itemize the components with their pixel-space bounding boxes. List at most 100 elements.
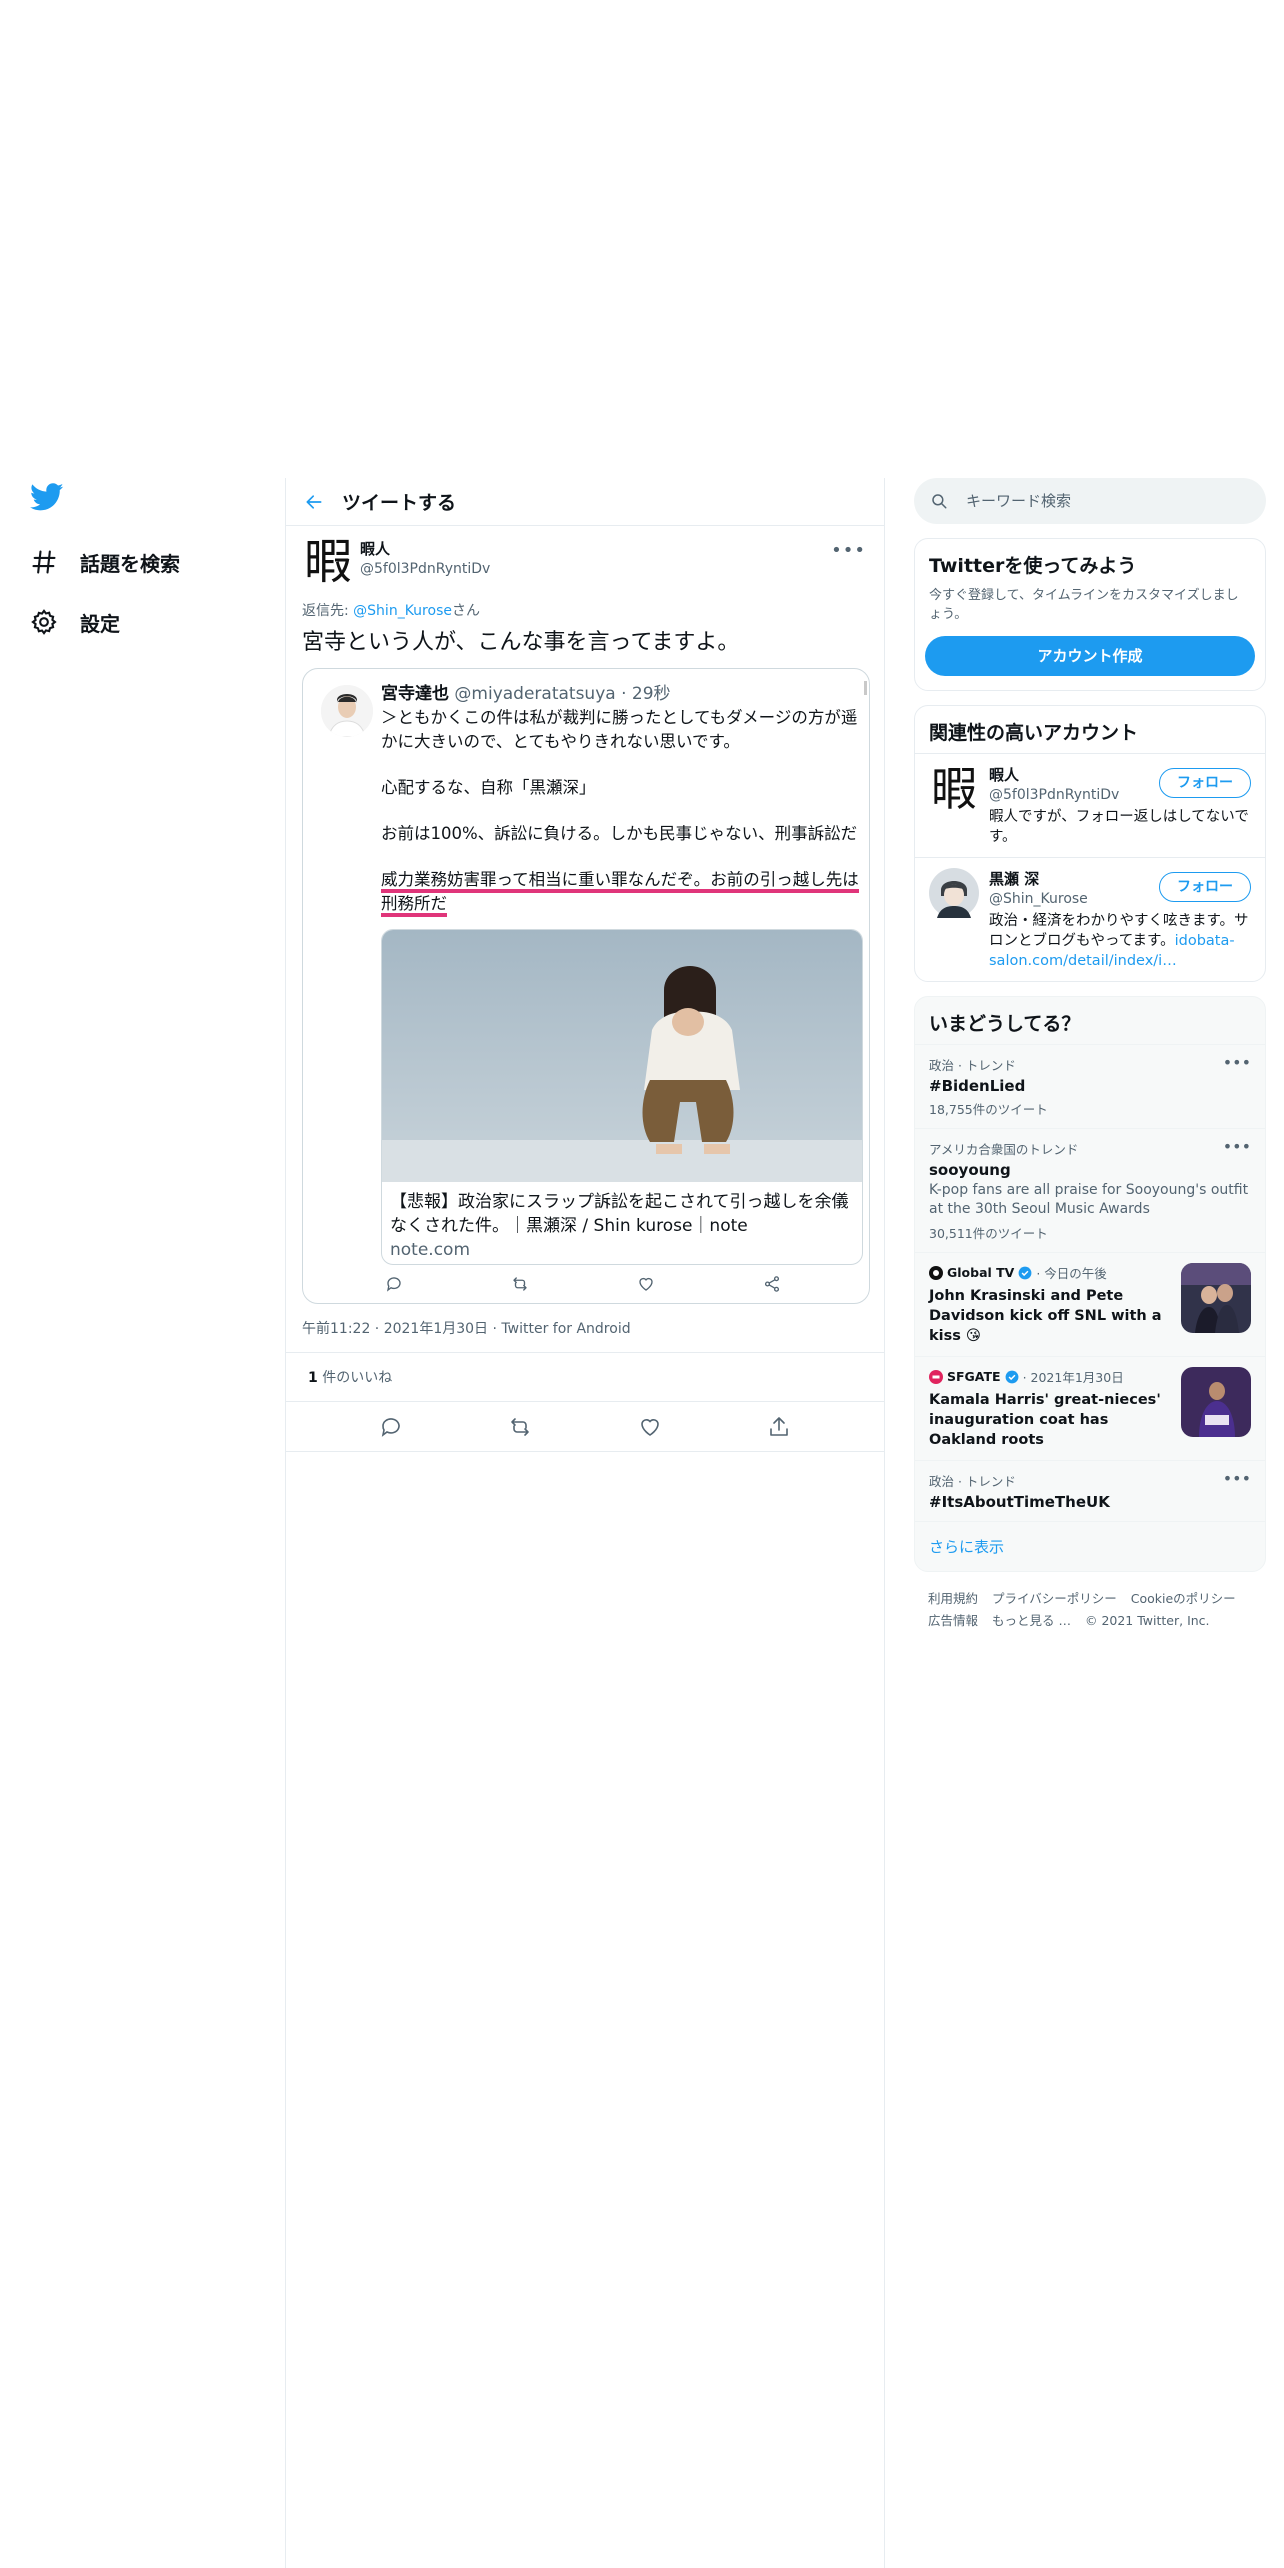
copyright: © 2021 Twitter, Inc. bbox=[1084, 1613, 1210, 1628]
news-thumbnail bbox=[1181, 1367, 1251, 1437]
account-bio: 政治・経済をわかりやすく呟きます。サロンとブログもやってます。idobata-s… bbox=[989, 911, 1251, 971]
signup-description: 今すぐ登録して、タイムラインをカスタマイズしましょう。 bbox=[929, 588, 1239, 622]
likes-label: 件のいいね bbox=[317, 1370, 393, 1386]
embed-text: ＞ともかくこの件は私が裁判に勝ったとしてもダメージの方が遥かに大きいので、とても… bbox=[381, 706, 859, 917]
more-options-icon[interactable]: ••• bbox=[1223, 1137, 1251, 1156]
more-options-icon[interactable]: ••• bbox=[1223, 1469, 1251, 1488]
news-item[interactable]: SFGATE · 2021年1月30日 Kamala Harris' great… bbox=[915, 1356, 1265, 1460]
nav-settings[interactable]: 設定 bbox=[26, 592, 256, 652]
embedded-tweet-screenshot[interactable]: 宮寺達也 @miyaderatatsuya · 29秒 ＞ともかくこの件は私が裁… bbox=[302, 668, 870, 1304]
avatar[interactable]: 暇 bbox=[302, 536, 354, 588]
likes-count[interactable]: 1 件のいいね bbox=[286, 1353, 884, 1402]
search-box[interactable] bbox=[914, 478, 1266, 524]
tweet: 暇 暇人 @5f0l3PdnRyntiDv ••• 返信先: @Shin_Kur… bbox=[286, 526, 884, 1304]
back-button[interactable] bbox=[286, 492, 342, 512]
embed-header: 宮寺達也 @miyaderatatsuya · 29秒 bbox=[381, 679, 859, 704]
verified-badge-icon bbox=[1018, 1266, 1032, 1279]
news-source-name: SFGATE bbox=[947, 1369, 1001, 1384]
share-button[interactable] bbox=[767, 1415, 791, 1439]
signup-panel: Twitterを使ってみよう 今すぐ登録して、タイムラインをカスタマイズしましょ… bbox=[914, 538, 1266, 691]
right-sidebar: Twitterを使ってみよう 今すぐ登録して、タイムラインをカスタマイズしましょ… bbox=[914, 478, 1266, 1648]
more-options-icon[interactable]: ••• bbox=[1223, 1053, 1251, 1072]
footer-link[interactable]: プライバシーポリシー bbox=[992, 1591, 1117, 1606]
scrollbar-stub bbox=[864, 681, 867, 695]
reply-icon bbox=[385, 1275, 403, 1293]
author-name[interactable]: 暇人 bbox=[360, 538, 490, 559]
embed-line: お前は100%、訴訟に負ける。しかも民事じゃない、刑事訴訟だ bbox=[381, 824, 858, 843]
news-source: SFGATE · 2021年1月30日 bbox=[929, 1367, 1173, 1386]
trend-item[interactable]: 政治 · トレンド #ItsAboutTimeTheUK ••• bbox=[915, 1460, 1265, 1521]
verified-badge-icon bbox=[1005, 1370, 1018, 1383]
trend-item[interactable]: 政治 · トレンド #BidenLied 18,755件のツイート ••• bbox=[915, 1044, 1265, 1128]
search-input[interactable] bbox=[964, 491, 1224, 511]
reply-button[interactable] bbox=[379, 1415, 403, 1439]
news-item[interactable]: Global TV · 今日の午後 John Krasinski and Pet… bbox=[915, 1252, 1265, 1356]
reply-to: 返信先: @Shin_Kuroseさん bbox=[302, 600, 868, 620]
trend-name: #ItsAboutTimeTheUK bbox=[929, 1493, 1110, 1511]
column-divider-right bbox=[884, 478, 885, 2568]
create-account-button[interactable]: アカウント作成 bbox=[925, 636, 1255, 676]
more-options-icon[interactable]: ••• bbox=[831, 540, 866, 561]
account-item[interactable]: 暇 暇人 @5f0l3PdnRyntiDv 暇人ですが、フォロー返しはしてないで… bbox=[915, 753, 1265, 857]
hashtag-icon bbox=[30, 548, 58, 576]
tweet-meta[interactable]: 午前11:22 · 2021年1月30日 · Twitter for Andro… bbox=[286, 1304, 884, 1353]
page-header: ツイートする bbox=[286, 478, 884, 526]
embed-avatar bbox=[321, 685, 373, 737]
news-title: Kamala Harris' great-nieces' inauguratio… bbox=[929, 1392, 1161, 1448]
trend-count: 18,755件のツイート bbox=[929, 1102, 1048, 1117]
nav-explore[interactable]: 話題を検索 bbox=[26, 532, 256, 592]
like-button[interactable] bbox=[638, 1415, 662, 1439]
news-time: · 今日の午後 bbox=[1036, 1266, 1107, 1281]
news-time: · 2021年1月30日 bbox=[1022, 1370, 1124, 1385]
card-title: 【悲報】政治家にスラップ訴訟を起こされて引っ越しを余儀なくされた件。｜黒瀬深 /… bbox=[390, 1192, 849, 1236]
related-accounts-panel: 関連性の高いアカウント 暇 暇人 @5f0l3PdnRyntiDv 暇人ですが、… bbox=[914, 705, 1266, 982]
footer-link[interactable]: Cookieのポリシー bbox=[1131, 1591, 1236, 1606]
main-column: ツイートする 暇 暇人 @5f0l3PdnRyntiDv ••• 返信先: @S… bbox=[286, 478, 884, 1452]
embed-author-handle: @miyaderatatsuya · 29秒 bbox=[454, 684, 671, 704]
trend-category: アメリカ合衆国のトレンド bbox=[929, 1142, 1079, 1157]
card-domain: note.com bbox=[390, 1240, 471, 1260]
follow-button[interactable]: フォロー bbox=[1159, 768, 1251, 798]
trend-category: 政治 · トレンド bbox=[929, 1058, 1016, 1073]
footer-link[interactable]: 広告情報 bbox=[928, 1613, 978, 1628]
trend-category: 政治 · トレンド bbox=[929, 1474, 1016, 1489]
account-item[interactable]: 黒瀬 深 @Shin_Kurose 政治・経済をわかりやすく呟きます。サロンとブ… bbox=[915, 857, 1265, 981]
sfgate-logo-icon bbox=[929, 1369, 943, 1384]
follow-button[interactable]: フォロー bbox=[1159, 872, 1251, 902]
heart-icon bbox=[637, 1275, 655, 1293]
embed-author-name: 宮寺達也 bbox=[381, 684, 449, 704]
related-title: 関連性の高いアカウント bbox=[929, 722, 1139, 744]
embed-line: ＞ともかくこの件は私が裁判に勝ったとしてもダメージの方が遥かに大きいので、とても… bbox=[381, 708, 858, 751]
nav-explore-label: 話題を検索 bbox=[80, 551, 180, 576]
news-source-name: Global TV bbox=[947, 1265, 1015, 1280]
twitter-bird-icon[interactable] bbox=[30, 480, 64, 514]
reply-prefix: 返信先: bbox=[302, 603, 354, 619]
news-thumbnail bbox=[1181, 1263, 1251, 1333]
likes-number: 1 bbox=[308, 1370, 318, 1386]
share-icon bbox=[763, 1275, 781, 1293]
link-card[interactable]: 【悲報】政治家にスラップ訴訟を起こされて引っ越しを余儀なくされた件。｜黒瀬深 /… bbox=[381, 929, 863, 1265]
card-image bbox=[382, 930, 862, 1182]
embed-action-bar bbox=[381, 1275, 781, 1293]
back-arrow-icon bbox=[304, 492, 342, 512]
show-more-link[interactable]: さらに表示 bbox=[915, 1521, 1265, 1571]
tweet-text: 宮寺という人が、こんな事を言ってますよ。 bbox=[302, 630, 740, 655]
left-sidebar: 話題を検索 設定 bbox=[26, 480, 256, 652]
author-handle[interactable]: @5f0l3PdnRyntiDv bbox=[360, 561, 490, 577]
trend-item[interactable]: アメリカ合衆国のトレンド sooyoung K-pop fans are all… bbox=[915, 1128, 1265, 1252]
footer-links: 利用規約 プライバシーポリシー Cookieのポリシー 広告情報 もっと見る …… bbox=[914, 1572, 1266, 1648]
globaltv-logo-icon bbox=[929, 1265, 943, 1280]
embed-line-highlighted: 威力業務妨害罪って相当に重い罪なんだぞ。お前の引っ越し先は刑務所だ bbox=[381, 868, 859, 917]
avatar: 暇 bbox=[931, 762, 977, 816]
footer-link[interactable]: もっと見る … bbox=[992, 1613, 1071, 1628]
embed-highlight: 威力業務妨害罪って相当に重い罪なんだぞ。 bbox=[381, 870, 711, 893]
retweet-button[interactable] bbox=[508, 1415, 532, 1439]
trend-description: K-pop fans are all praise for Sooyoung's… bbox=[929, 1182, 1249, 1217]
trend-name: sooyoung bbox=[929, 1161, 1011, 1179]
retweet-icon bbox=[511, 1275, 529, 1293]
reply-mention-link[interactable]: @Shin_Kurose bbox=[353, 603, 452, 619]
trends-title: いまどうしてる？ bbox=[929, 1013, 1081, 1035]
search-icon bbox=[930, 492, 948, 510]
signup-title: Twitterを使ってみよう bbox=[929, 555, 1137, 577]
footer-link[interactable]: 利用規約 bbox=[928, 1591, 978, 1606]
